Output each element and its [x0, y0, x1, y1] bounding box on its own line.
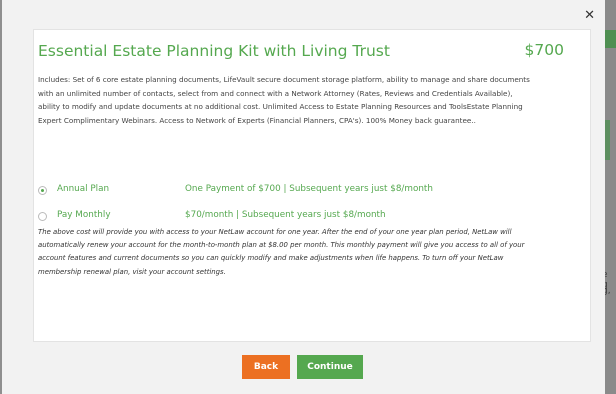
plan-description: $70/month | Subsequent years just $8/mon… — [185, 210, 386, 220]
continue-button[interactable]: Continue — [297, 355, 363, 379]
radio-selected-icon[interactable] — [38, 186, 47, 195]
radio-unselected-icon[interactable] — [38, 212, 47, 221]
kit-price: $700 — [524, 41, 564, 59]
plan-name: Pay Monthly — [57, 210, 111, 220]
plan-name: Annual Plan — [57, 184, 110, 194]
plan-modal: ✕ Essential Estate Planning Kit with Liv… — [2, 0, 605, 394]
kit-includes: Includes: Set of 6 core estate planning … — [38, 75, 530, 125]
kit-title: Essential Estate Planning Kit with Livin… — [38, 42, 390, 60]
renewal-note: The above cost will provide you with acc… — [38, 228, 525, 276]
close-icon[interactable]: ✕ — [584, 8, 595, 23]
back-button[interactable]: Back — [242, 355, 290, 379]
plan-description: One Payment of $700 | Subsequent years j… — [185, 184, 433, 194]
